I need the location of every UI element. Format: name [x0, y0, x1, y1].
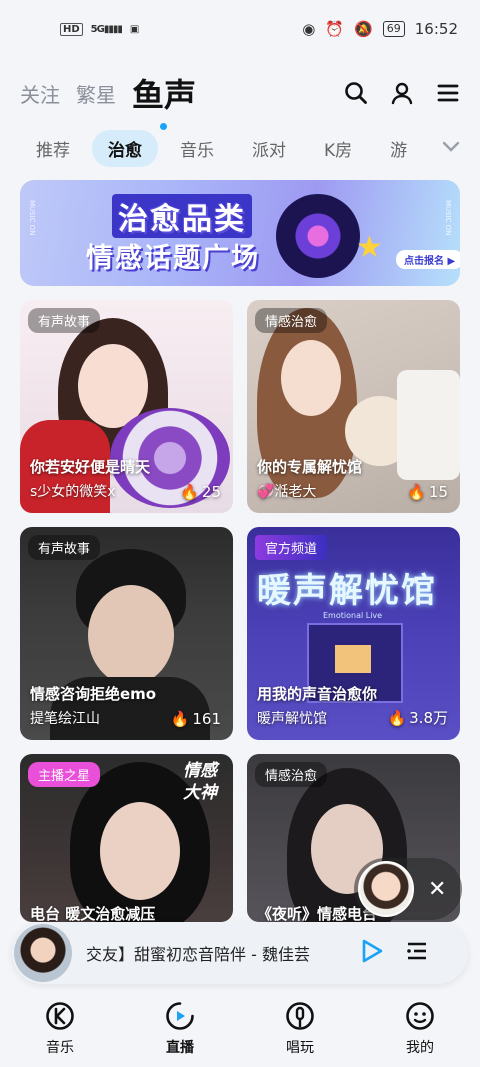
menu-icon[interactable] — [436, 81, 460, 105]
tab-yusheng[interactable]: 鱼声 — [132, 70, 196, 130]
music-k-icon — [46, 1001, 74, 1030]
floating-live-bubble[interactable]: ✕ — [354, 858, 462, 920]
category-healing[interactable]: 治愈 — [92, 129, 158, 167]
cover-art-text: 情感大神 — [183, 761, 217, 803]
eye-icon: ◉ — [302, 20, 316, 38]
bottom-nav-label: 我的 — [406, 1039, 434, 1056]
mute-icon: 🔕 — [354, 20, 373, 38]
cover-face — [88, 585, 174, 685]
room-card[interactable]: 有声故事 你若安好便是晴天 s少女的微笑x 🔥 25 — [20, 300, 233, 513]
card-tag: 情感治愈 — [255, 762, 328, 787]
heat-value: 25 — [201, 483, 221, 501]
chevron-down-icon[interactable] — [442, 138, 460, 157]
banner-title-line1: 治愈品类 — [112, 194, 252, 238]
bottom-nav-label: 音乐 — [46, 1039, 74, 1056]
card-heat: 🔥 161 — [171, 710, 221, 728]
room-card[interactable]: 暖声解忧馆 Emotional Live 官方频道 用我的声音治愈你 暖声解忧馆… — [247, 527, 460, 740]
battery-icon: 69 — [382, 21, 405, 37]
star-icon: ★ — [356, 230, 383, 265]
category-party[interactable]: 派对 — [236, 130, 302, 167]
signal-icon: 5G▮▮▮▮ — [90, 23, 123, 35]
search-icon[interactable] — [344, 81, 368, 105]
room-card[interactable]: 情感大神 主播之星 电台 暖文治愈减压 — [20, 754, 233, 922]
status-right: ◉ ⏰ 🔕 69 16:52 — [302, 20, 458, 38]
category-game[interactable]: 游 — [374, 130, 423, 167]
room-card[interactable]: 有声故事 情感咨询拒绝emo 提笔绘江山 🔥 161 — [20, 527, 233, 740]
promo-banner[interactable]: MUSIC ON MUSIC ON 治愈品类 情感话题广场 ★ 点击报名 ▶ — [20, 180, 460, 286]
floating-avatar[interactable] — [358, 861, 414, 917]
live-icon — [166, 1001, 194, 1030]
heat-value: 15 — [428, 483, 448, 501]
flame-icon: 🔥 — [407, 483, 426, 501]
category-bar: 推荐 治愈 音乐 派对 K房 游 — [0, 128, 480, 168]
card-title: 用我的声音治愈你 — [257, 685, 378, 703]
hd-badge: HD — [60, 22, 83, 36]
profile-icon — [406, 1001, 434, 1030]
card-icon: ▣ — [129, 23, 140, 35]
player-title[interactable]: 交友】甜蜜初恋音陪伴 - 魏佳芸 — [86, 941, 348, 965]
bottom-nav-music[interactable]: 音乐 — [20, 1001, 100, 1057]
card-tag: 有声故事 — [28, 535, 101, 560]
flame-icon: 🔥 — [180, 483, 199, 501]
banner-signup-label: 点击报名 — [404, 256, 444, 267]
bottom-nav-label: 唱玩 — [286, 1039, 314, 1056]
category-k-room[interactable]: K房 — [308, 130, 368, 167]
card-tag: 有声故事 — [28, 308, 101, 333]
bottom-nav-sing[interactable]: 唱玩 — [260, 1001, 340, 1057]
top-icons — [344, 81, 460, 105]
card-heat: 🔥 25 — [180, 483, 221, 501]
banner-title-line2: 情感话题广场 — [86, 243, 260, 274]
bottom-nav-mine[interactable]: 我的 — [380, 1001, 460, 1057]
bottom-nav-label: 直播 — [166, 1039, 194, 1056]
playlist-icon[interactable] — [406, 940, 428, 966]
room-card[interactable]: 情感治愈 你的专属解忧馆 💞湉老大 🔥 15 — [247, 300, 460, 513]
status-bar: HD 5G▮▮▮▮ ▣ ◉ ⏰ 🔕 69 16:52 — [0, 0, 480, 58]
card-title: 你若安好便是晴天 — [30, 458, 151, 476]
card-tag-official: 官方频道 — [255, 535, 328, 560]
alarm-icon: ⏰ — [325, 20, 345, 38]
card-title: 你的专属解忧馆 — [257, 458, 363, 476]
cover-window — [335, 645, 371, 673]
card-author: 暖声解忧馆 — [257, 711, 327, 727]
card-tag: 情感治愈 — [255, 308, 328, 333]
tab-fanxing[interactable]: 繁星 — [76, 79, 116, 108]
banner-signup-button[interactable]: 点击报名 ▶ — [396, 250, 460, 269]
cover-face — [100, 802, 180, 900]
heat-value: 161 — [192, 710, 221, 728]
bottom-nav-live[interactable]: 直播 — [140, 1001, 220, 1057]
card-heat: 🔥 15 — [407, 483, 448, 501]
close-icon[interactable]: ✕ — [428, 877, 446, 902]
heat-value: 3.8万 — [409, 709, 448, 727]
card-heat: 🔥 3.8万 — [387, 707, 448, 728]
network-label: 5G — [90, 23, 105, 35]
cover-art-text: 暖声解忧馆 — [257, 571, 437, 611]
player-avatar[interactable] — [14, 924, 72, 982]
banner-side-text-right: MUSIC ON — [444, 200, 452, 236]
banner-side-text-left: MUSIC ON — [28, 200, 36, 236]
category-music[interactable]: 音乐 — [164, 130, 230, 167]
mic-icon — [286, 1001, 314, 1030]
category-recommend[interactable]: 推荐 — [20, 130, 86, 167]
flame-icon: 🔥 — [387, 708, 407, 727]
card-tag-star: 主播之星 — [28, 762, 101, 787]
cover-face — [281, 340, 341, 416]
top-nav: 关注 繁星 鱼声 — [0, 66, 480, 130]
tab-follow[interactable]: 关注 — [20, 79, 60, 108]
bottom-nav: 音乐 直播 唱玩 我的 — [0, 990, 480, 1067]
card-title: 情感咨询拒绝emo — [30, 685, 157, 703]
cover-chair — [397, 370, 460, 480]
play-icon[interactable] — [358, 938, 384, 968]
card-author: 💞湉老大 — [257, 484, 317, 500]
card-author: 提笔绘江山 — [30, 711, 100, 727]
card-title: 电台 暖文治愈减压 — [30, 905, 156, 922]
cover-art-subtext: Emotional Live — [323, 611, 383, 620]
user-icon[interactable] — [390, 81, 414, 105]
status-time: 16:52 — [414, 20, 458, 38]
status-left: HD 5G▮▮▮▮ ▣ — [60, 22, 140, 36]
vinyl-disc-icon — [276, 194, 360, 278]
mini-player[interactable]: 交友】甜蜜初恋音陪伴 - 魏佳芸 — [12, 922, 468, 984]
card-author: s少女的微笑x — [30, 484, 116, 500]
flame-icon: 🔥 — [170, 710, 190, 728]
